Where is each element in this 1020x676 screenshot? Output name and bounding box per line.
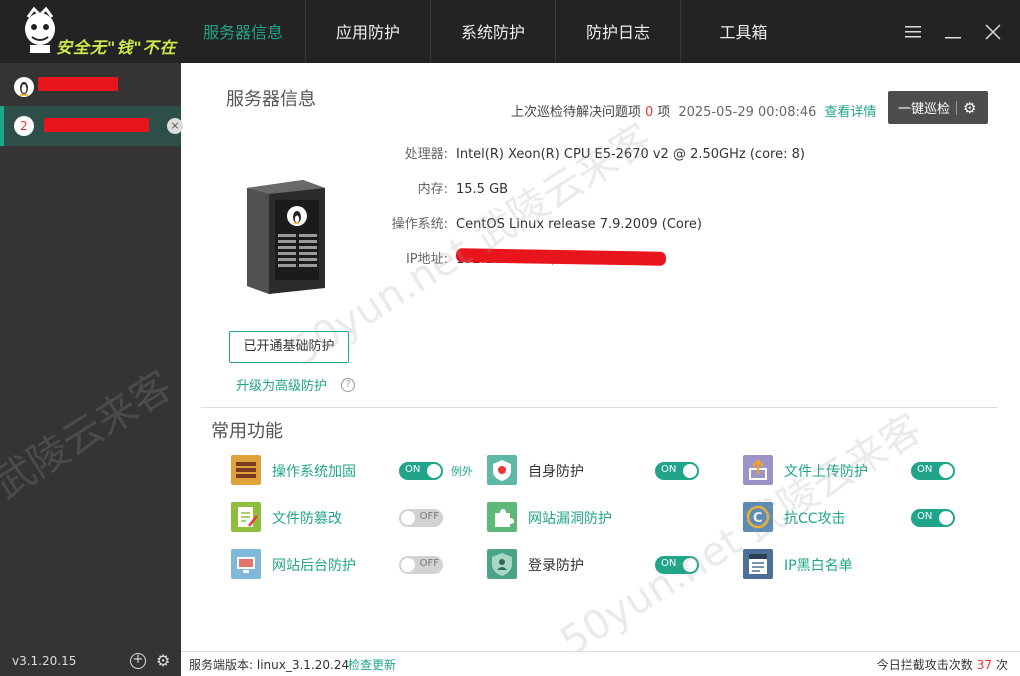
server-version: 服务端版本: linux_3.1.20.24: [189, 658, 350, 672]
shield-heart-icon: [487, 455, 517, 485]
server-tower-icon: [247, 180, 325, 294]
info-os-label: 操作系统:: [391, 217, 448, 232]
puzzle-icon: [487, 502, 517, 532]
server-info-panel: 服务器信息 上次巡检待解决问题项 0 项 2025-05-29 00:08:46 查看详…: [0, 63, 1020, 665]
logo: 安全无"钱"不在: [0, 0, 181, 63]
app-window: 安全无"钱"不在 服务器信息 应用防护 系统防护 防护日志 工具箱 2 × v3…: [0, 0, 1020, 676]
top-header: 安全无"钱"不在 服务器信息 应用防护 系统防护 防护日志 工具箱: [0, 0, 1020, 63]
feature-label[interactable]: 文件上传防护: [784, 461, 868, 481]
feature-label[interactable]: IP黑白名单: [784, 555, 853, 575]
server-list-item[interactable]: [0, 67, 181, 107]
upgrade-protection-link[interactable]: 升级为高级防护: [236, 375, 327, 394]
feature-admin-protect: 网站后台防护 OFF: [231, 549, 481, 583]
patrol-settings-gear-icon[interactable]: ⚙: [963, 99, 976, 117]
feature-label[interactable]: 操作系统加固: [272, 461, 356, 481]
patrol-suffix: 项: [657, 105, 671, 120]
close-icon: [985, 23, 1001, 40]
info-cpu-value: Intel(R) Xeon(R) CPU E5-2670 v2 @ 2.50GH…: [456, 147, 805, 162]
server-name-redacted: [44, 118, 149, 132]
minimize-icon: [945, 36, 961, 38]
common-functions-title: 常用功能: [211, 421, 283, 442]
server-sidebar: 2 × v3.1.20.15 + ⚙: [0, 63, 183, 676]
status-bar: 服务端版本: linux_3.1.20.24 检查更新 今日拦截攻击次数 37 次: [181, 651, 1020, 676]
blocked-attack-count: 今日拦截攻击次数 37 次: [876, 658, 1008, 672]
file-tamper-toggle[interactable]: OFF: [399, 509, 443, 527]
page-title: 服务器信息: [226, 89, 316, 110]
monitor-icon: [231, 549, 261, 579]
login-protect-toggle[interactable]: ON: [655, 556, 699, 574]
patrol-button-label: 一键巡检: [898, 102, 951, 117]
close-button[interactable]: [973, 0, 1013, 63]
mascot-icon: [25, 7, 55, 53]
patrol-prefix: 上次巡检待解决问题项: [511, 105, 642, 120]
menu-icon: [905, 25, 921, 37]
blocked-count-value: 37: [976, 658, 992, 672]
one-click-patrol-button[interactable]: 一键巡检 ⚙: [888, 91, 988, 124]
tab-protect-log[interactable]: 防护日志: [556, 0, 681, 63]
button-separator: [956, 100, 958, 115]
feature-upload-protect: 文件上传防护 ON: [743, 455, 973, 489]
feature-label[interactable]: 网站后台防护: [272, 555, 356, 575]
feature-label[interactable]: 抗CC攻击: [784, 508, 846, 528]
feature-file-tamper: 文件防篡改 OFF: [231, 502, 481, 536]
feature-label: 登录防护: [528, 558, 584, 574]
patrol-details-link[interactable]: 查看详情: [824, 105, 876, 120]
server-name-redacted: [38, 77, 118, 91]
feature-label[interactable]: 网站漏洞防护: [528, 508, 612, 528]
file-edit-icon: [231, 502, 261, 532]
client-version: v3.1.20.15: [12, 654, 77, 668]
check-update-link[interactable]: 检查更新: [348, 656, 396, 673]
upload-icon: [743, 455, 773, 485]
feature-label: 自身防护: [528, 464, 584, 480]
main-nav: 服务器信息 应用防护 系统防护 防护日志 工具箱: [181, 0, 806, 63]
help-icon[interactable]: ?: [341, 378, 355, 392]
add-server-icon[interactable]: +: [130, 653, 146, 669]
linux-icon: [14, 77, 34, 97]
server-count-badge: 2: [14, 116, 34, 136]
section-divider: [201, 407, 998, 408]
feature-web-vuln: 网站漏洞防护: [487, 502, 717, 536]
server-list-item-selected[interactable]: 2 ×: [0, 106, 183, 146]
anti-cc-toggle[interactable]: ON: [911, 509, 955, 527]
feature-ip-list: IP黑白名单: [743, 549, 973, 583]
info-ip-label: IP地址:: [405, 252, 448, 267]
info-memory-row: 内存: 15.5 GB: [341, 178, 961, 197]
tab-app-protect[interactable]: 应用防护: [306, 0, 431, 63]
info-cpu-row: 处理器: Intel(R) Xeon(R) CPU E5-2670 v2 @ 2.…: [341, 143, 961, 162]
feature-self-protect: 自身防护 ON: [487, 455, 717, 489]
shield-user-icon: [487, 549, 517, 579]
tab-server-info[interactable]: 服务器信息: [181, 0, 306, 63]
patrol-issue-count: 0: [645, 105, 654, 120]
basic-protection-button[interactable]: 已开通基础防护: [229, 331, 349, 363]
anti-cc-icon: C: [743, 502, 773, 532]
feature-anti-cc: C 抗CC攻击 ON: [743, 502, 973, 536]
patrol-summary: 上次巡检待解决问题项 0 项 2025-05-29 00:08:46 查看详情: [511, 101, 876, 120]
upload-protect-toggle[interactable]: ON: [911, 462, 955, 480]
info-os-value: CentOS Linux release 7.9.2009 (Core): [456, 217, 702, 232]
tab-toolbox[interactable]: 工具箱: [681, 0, 806, 63]
tab-system-protect[interactable]: 系统防护: [431, 0, 556, 63]
info-memory-label: 内存:: [417, 182, 448, 197]
os-hardening-toggle[interactable]: ON: [399, 462, 443, 480]
feature-os-hardening: 操作系统加固 ON 例外: [231, 455, 481, 489]
feature-login-protect: 登录防护 ON: [487, 549, 717, 583]
feature-label[interactable]: 文件防篡改: [272, 508, 342, 528]
ip-list-icon: [743, 549, 773, 579]
minimize-button[interactable]: [933, 0, 973, 63]
info-memory-value: 15.5 GB: [456, 182, 509, 197]
patrol-timestamp: 2025-05-29 00:08:46: [678, 105, 817, 120]
admin-protect-toggle[interactable]: OFF: [399, 556, 443, 574]
info-cpu-label: 处理器:: [404, 147, 448, 162]
logo-slogan: 安全无"钱"不在: [56, 38, 177, 57]
settings-gear-icon[interactable]: ⚙: [156, 651, 170, 670]
self-protect-toggle[interactable]: ON: [655, 462, 699, 480]
firewall-icon: [231, 455, 261, 485]
svg-text:C: C: [753, 511, 763, 526]
info-os-row: 操作系统: CentOS Linux release 7.9.2009 (Core…: [341, 213, 961, 232]
menu-button[interactable]: [893, 0, 933, 63]
exception-link[interactable]: 例外: [451, 463, 473, 479]
